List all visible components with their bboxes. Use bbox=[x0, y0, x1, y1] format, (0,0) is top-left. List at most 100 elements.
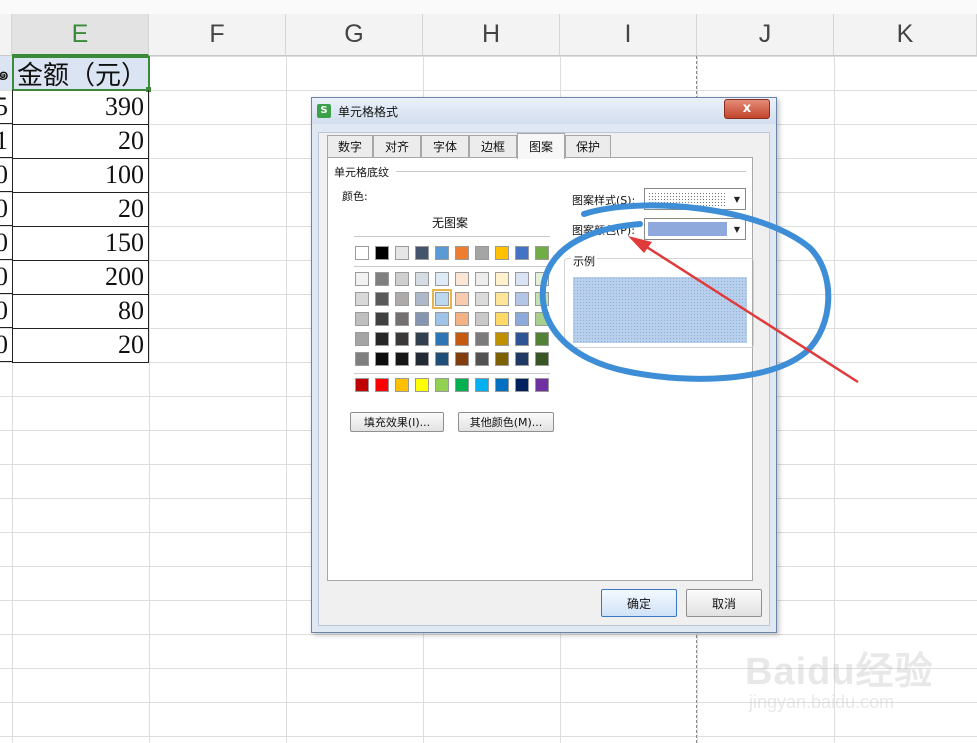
column-header-f[interactable]: F bbox=[149, 14, 286, 56]
color-swatch-theme[interactable] bbox=[475, 246, 489, 260]
amount-cell[interactable]: 80 bbox=[12, 294, 149, 329]
color-swatch-standard[interactable] bbox=[355, 378, 369, 392]
partial-cell[interactable]: 0 bbox=[0, 260, 12, 294]
color-swatch-shade[interactable] bbox=[535, 332, 549, 346]
fill-effects-button[interactable]: 填充效果(I)... bbox=[350, 412, 444, 432]
color-swatch-theme[interactable] bbox=[495, 246, 509, 260]
color-swatch-shade[interactable] bbox=[395, 272, 409, 286]
color-swatch-standard[interactable] bbox=[455, 378, 469, 392]
color-swatch-shade[interactable] bbox=[535, 292, 549, 306]
column-header-g[interactable]: G bbox=[286, 14, 423, 56]
color-swatch-shade[interactable] bbox=[455, 272, 469, 286]
column-header-e[interactable]: E bbox=[12, 14, 149, 56]
partial-cell[interactable]: 0 bbox=[0, 226, 12, 260]
color-swatch-shade[interactable] bbox=[475, 292, 489, 306]
color-swatch-shade[interactable] bbox=[475, 332, 489, 346]
column-header-j[interactable]: J bbox=[697, 14, 834, 56]
color-swatch-shade[interactable] bbox=[415, 292, 429, 306]
color-swatch-shade[interactable] bbox=[475, 312, 489, 326]
partial-cell[interactable]: 1 bbox=[0, 124, 12, 158]
color-swatch-standard[interactable] bbox=[435, 378, 449, 392]
color-swatch-standard[interactable] bbox=[375, 378, 389, 392]
column-header-partial[interactable] bbox=[0, 14, 12, 56]
color-swatch-shade[interactable] bbox=[495, 332, 509, 346]
tab-5[interactable]: 保护 bbox=[565, 135, 611, 157]
color-swatch-shade[interactable] bbox=[515, 292, 529, 306]
color-swatch-shade[interactable] bbox=[515, 312, 529, 326]
color-swatch-theme[interactable] bbox=[435, 246, 449, 260]
color-swatch-shade[interactable] bbox=[375, 312, 389, 326]
color-swatch-shade[interactable] bbox=[455, 292, 469, 306]
tab-3[interactable]: 边框 bbox=[469, 135, 517, 157]
color-swatch-standard[interactable] bbox=[495, 378, 509, 392]
partial-cell[interactable]: 5 bbox=[0, 90, 12, 124]
color-swatch-shade[interactable] bbox=[395, 312, 409, 326]
amount-cell[interactable]: 100 bbox=[12, 158, 149, 193]
tab-0[interactable]: 数字 bbox=[327, 135, 373, 157]
amount-cell[interactable]: 150 bbox=[12, 226, 149, 261]
color-swatch-standard[interactable] bbox=[415, 378, 429, 392]
amount-cell[interactable]: 200 bbox=[12, 260, 149, 295]
color-swatch-theme[interactable] bbox=[515, 246, 529, 260]
color-swatch-shade[interactable] bbox=[515, 352, 529, 366]
column-header-i[interactable]: I bbox=[560, 14, 697, 56]
tab-4[interactable]: 图案 bbox=[517, 133, 565, 159]
partial-cell[interactable]: 0 bbox=[0, 294, 12, 328]
partial-header-cell[interactable]: ๑ bbox=[0, 56, 12, 90]
color-swatch-shade[interactable] bbox=[535, 312, 549, 326]
amount-cell[interactable]: 390 bbox=[12, 90, 149, 125]
color-swatch-shade[interactable] bbox=[435, 352, 449, 366]
color-swatch-standard[interactable] bbox=[535, 378, 549, 392]
color-swatch-standard[interactable] bbox=[395, 378, 409, 392]
color-swatch-shade[interactable] bbox=[355, 312, 369, 326]
color-swatch-shade[interactable] bbox=[355, 272, 369, 286]
color-swatch-shade[interactable] bbox=[435, 312, 449, 326]
color-swatch-shade[interactable] bbox=[375, 272, 389, 286]
color-swatch-shade[interactable] bbox=[455, 332, 469, 346]
color-swatch-shade[interactable] bbox=[535, 272, 549, 286]
color-swatch-shade[interactable] bbox=[415, 312, 429, 326]
more-colors-button[interactable]: 其他颜色(M)... bbox=[458, 412, 554, 432]
amount-cell[interactable]: 20 bbox=[12, 124, 149, 159]
color-swatch-shade[interactable] bbox=[435, 332, 449, 346]
color-swatch-theme[interactable] bbox=[415, 246, 429, 260]
color-swatch-shade[interactable] bbox=[355, 292, 369, 306]
color-swatch-shade[interactable] bbox=[435, 272, 449, 286]
color-swatch-shade[interactable] bbox=[415, 272, 429, 286]
color-swatch-shade[interactable] bbox=[475, 352, 489, 366]
close-button[interactable]: x bbox=[724, 99, 770, 119]
amount-cell[interactable]: 20 bbox=[12, 192, 149, 227]
color-swatch-shade[interactable] bbox=[395, 352, 409, 366]
color-swatch-standard[interactable] bbox=[475, 378, 489, 392]
color-swatch-shade[interactable] bbox=[495, 292, 509, 306]
color-swatch-shade[interactable] bbox=[415, 352, 429, 366]
partial-cell[interactable]: 0 bbox=[0, 328, 12, 362]
color-swatch-shade[interactable] bbox=[475, 272, 489, 286]
cancel-button[interactable]: 取消 bbox=[686, 589, 762, 617]
amount-header-cell[interactable]: 金额（元） bbox=[12, 56, 150, 91]
color-swatch-shade[interactable] bbox=[355, 352, 369, 366]
column-header-h[interactable]: H bbox=[423, 14, 560, 56]
color-swatch-shade[interactable] bbox=[432, 289, 452, 309]
tab-2[interactable]: 字体 bbox=[421, 135, 469, 157]
color-swatch-shade[interactable] bbox=[495, 272, 509, 286]
color-swatch-shade[interactable] bbox=[395, 332, 409, 346]
pattern-color-select[interactable]: ▼ bbox=[644, 218, 746, 240]
color-swatch-shade[interactable] bbox=[495, 312, 509, 326]
color-swatch-shade[interactable] bbox=[395, 292, 409, 306]
color-swatch-shade[interactable] bbox=[455, 352, 469, 366]
color-swatch-shade[interactable] bbox=[375, 352, 389, 366]
color-swatch-theme[interactable] bbox=[395, 246, 409, 260]
color-swatch-shade[interactable] bbox=[355, 332, 369, 346]
color-swatch-shade[interactable] bbox=[515, 272, 529, 286]
color-swatch-shade[interactable] bbox=[515, 332, 529, 346]
color-swatch-shade[interactable] bbox=[415, 332, 429, 346]
color-swatch-shade[interactable] bbox=[375, 292, 389, 306]
color-swatch-shade[interactable] bbox=[455, 312, 469, 326]
color-swatch-shade[interactable] bbox=[375, 332, 389, 346]
color-swatch-theme[interactable] bbox=[375, 246, 389, 260]
column-header-k[interactable]: K bbox=[834, 14, 977, 56]
no-pattern-option[interactable]: 无图案 bbox=[432, 214, 468, 231]
color-swatch-theme[interactable] bbox=[355, 246, 369, 260]
tab-1[interactable]: 对齐 bbox=[373, 135, 421, 157]
